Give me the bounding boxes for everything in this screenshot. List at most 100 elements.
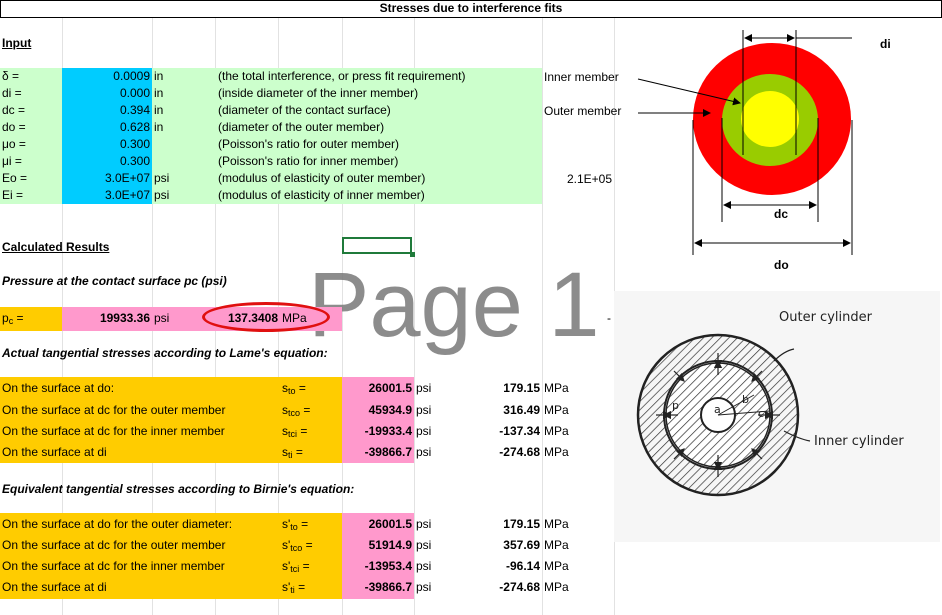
inner-member-circle: [741, 91, 799, 147]
input-unit: in: [154, 86, 164, 100]
input-label: di =: [2, 86, 22, 100]
input-value-cell[interactable]: 0.300: [62, 153, 150, 170]
radius-b-label: b: [742, 393, 749, 406]
input-value-cell[interactable]: 0.394: [62, 102, 150, 119]
stress-description: On the surface at dc for the outer membe…: [2, 538, 226, 552]
title-bar: Stresses due to interference fits: [0, 0, 942, 18]
stress-psi-unit: psi: [416, 445, 432, 459]
stress-description: On the surface at do:: [2, 381, 115, 395]
stress-mpa-value[interactable]: -96.14: [470, 558, 540, 575]
stress-symbol: s'tci =: [282, 559, 310, 574]
stress-description: On the surface at di: [2, 580, 107, 594]
stress-mpa-unit: MPa: [544, 424, 569, 438]
stress-mpa-unit: MPa: [544, 559, 569, 573]
input-description: (Poisson's ratio for inner member): [218, 154, 399, 168]
input-heading: Input: [2, 36, 32, 50]
interference-fit-diagram: [637, 30, 853, 255]
input-value-cell[interactable]: 3.0E+07: [62, 170, 150, 187]
stress-mpa-value[interactable]: -274.68: [470, 579, 540, 596]
input-unit: in: [154, 103, 164, 117]
stress-symbol: s'tco =: [282, 538, 313, 553]
stress-psi-value[interactable]: -19933.4: [342, 423, 412, 440]
stress-psi-value[interactable]: 51914.9: [342, 537, 412, 554]
stress-psi-unit: psi: [416, 580, 432, 594]
stress-mpa-unit: MPa: [544, 381, 569, 395]
input-value-cell[interactable]: 3.0E+07: [62, 187, 150, 204]
input-value-cell[interactable]: 0.300: [62, 136, 150, 153]
stress-psi-unit: psi: [416, 517, 432, 531]
pc-psi-value[interactable]: 19933.36: [62, 310, 150, 327]
stress-symbol: stco =: [282, 403, 311, 418]
calculated-heading: Calculated Results: [2, 240, 110, 254]
stress-mpa-value[interactable]: 316.49: [470, 402, 540, 419]
input-unit: psi: [154, 188, 170, 202]
input-description: (diameter of the contact surface): [218, 103, 391, 117]
radius-a-label: a: [714, 403, 721, 416]
outer-cylinder-label: Outer cylinder: [779, 310, 873, 325]
pressure-p-label: p: [672, 399, 679, 412]
input-description: (diameter of the outer member): [218, 120, 385, 134]
stress-psi-value[interactable]: 45934.9: [342, 402, 412, 419]
page-title: Stresses due to interference fits: [379, 1, 563, 15]
stress-psi-value[interactable]: -39866.7: [342, 579, 412, 596]
input-description: (Poisson's ratio for outer member): [218, 137, 400, 151]
di-dimension-label: di: [880, 37, 891, 51]
stress-psi-value[interactable]: 26001.5: [342, 380, 412, 397]
stress-description: On the surface at dc for the outer membe…: [2, 403, 226, 417]
stress-mpa-value[interactable]: 179.15: [470, 516, 540, 533]
stress-mpa-value[interactable]: 179.15: [470, 380, 540, 397]
radius-c-label: c: [758, 407, 764, 420]
stress-psi-value[interactable]: 26001.5: [342, 516, 412, 533]
input-value-cell[interactable]: 0.628: [62, 119, 150, 136]
input-description: (inside diameter of the inner member): [218, 86, 419, 100]
stress-symbol: s'ti =: [282, 580, 306, 595]
stress-psi-value[interactable]: -39866.7: [342, 444, 412, 461]
dc-dimension-label: dc: [774, 207, 789, 221]
input-description: (the total interference, or press fit re…: [218, 69, 466, 83]
input-label: Eo =: [2, 171, 28, 185]
stress-mpa-unit: MPa: [544, 445, 569, 459]
input-label: μo =: [2, 137, 26, 151]
stress-mpa-unit: MPa: [544, 517, 569, 531]
input-value-cell[interactable]: 0.000: [62, 85, 150, 102]
selected-cell[interactable]: [342, 237, 412, 254]
stress-symbol: s'to =: [282, 517, 309, 532]
input-label: dc =: [2, 103, 26, 117]
input-label: Ei =: [2, 188, 24, 202]
input-unit: psi: [154, 171, 170, 185]
input-description: (modulus of elasticity of inner member): [218, 188, 425, 202]
stress-description: On the surface at dc for the inner membe…: [2, 559, 225, 573]
input-description: (modulus of elasticity of outer member): [218, 171, 426, 185]
stress-mpa-value[interactable]: 357.69: [470, 537, 540, 554]
stress-psi-unit: psi: [416, 559, 432, 573]
dash-cell: -: [607, 311, 611, 325]
stress-description: On the surface at dc for the inner membe…: [2, 424, 225, 438]
stress-symbol: stci =: [282, 424, 308, 439]
highlight-ellipse: [202, 302, 330, 332]
input-label: μi =: [2, 154, 22, 168]
birnie-heading: Equivalent tangential stresses according…: [2, 482, 355, 496]
stress-psi-value[interactable]: -13953.4: [342, 558, 412, 575]
do-dimension-label: do: [774, 258, 789, 272]
cylinder-figure-drawing: a b c p Outer cylinder Inner cylinder: [636, 310, 904, 497]
pc-psi-unit: psi: [154, 311, 170, 325]
input-unit: in: [154, 69, 164, 83]
stress-mpa-unit: MPa: [544, 403, 569, 417]
stress-description: On the surface at do for the outer diame…: [2, 517, 233, 531]
pressure-heading: Pressure at the contact surface pc (psi): [2, 274, 227, 288]
stress-symbol: sto =: [282, 381, 306, 396]
pc-label: pc =: [2, 311, 24, 326]
stress-description: On the surface at di: [2, 445, 107, 459]
input-unit: in: [154, 120, 164, 134]
stress-psi-unit: psi: [416, 538, 432, 552]
input-value-cell[interactable]: 0.0009: [62, 68, 150, 85]
input-label: δ =: [2, 69, 20, 83]
stress-mpa-unit: MPa: [544, 538, 569, 552]
stress-psi-unit: psi: [416, 424, 432, 438]
stress-mpa-value[interactable]: -274.68: [470, 444, 540, 461]
inner-cylinder-label: Inner cylinder: [814, 434, 904, 449]
input-label: do =: [2, 120, 26, 134]
stress-mpa-value[interactable]: -137.34: [470, 423, 540, 440]
stress-psi-unit: psi: [416, 381, 432, 395]
stress-symbol: sti =: [282, 445, 303, 460]
